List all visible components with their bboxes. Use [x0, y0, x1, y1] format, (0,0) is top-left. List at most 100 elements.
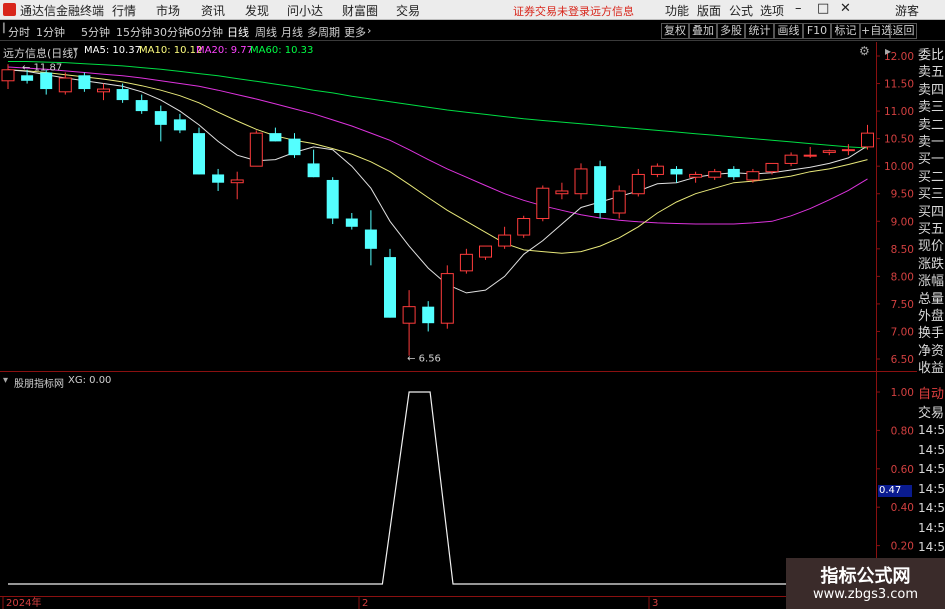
period-multi[interactable]: 多周期	[307, 24, 340, 40]
minimize-icon[interactable]: –	[795, 1, 802, 16]
quote-label-8: 买三	[918, 187, 945, 203]
menu-xuanxiang[interactable]: 选项	[760, 2, 784, 19]
add-watchlist-button[interactable]: +自选	[860, 23, 892, 39]
watermark-title: 指标公式网	[820, 566, 911, 587]
draw-line-button[interactable]: 画线	[774, 23, 803, 39]
quote-label-16: 换手	[918, 326, 945, 342]
tick-time: 14:56	[918, 501, 945, 515]
tick-time: 14:56	[918, 442, 945, 457]
low-price-marker: ← 6.56	[407, 354, 441, 365]
menu-shichang[interactable]: 市场	[156, 2, 180, 19]
candle-body-down	[364, 229, 377, 249]
candle-body-down	[727, 168, 740, 178]
candle-body-up	[803, 154, 817, 157]
period-30min[interactable]: 30分钟	[153, 24, 189, 40]
main-chart[interactable]: 12.0011.5011.0010.5010.009.509.008.508.0…	[0, 42, 917, 372]
stock-notice[interactable]: 远方信息	[590, 3, 634, 19]
indicator-value: XG: 0.00	[68, 375, 112, 386]
candle-body-up	[58, 77, 72, 93]
quote-label-1: 卖五	[918, 65, 945, 81]
auto-trade-label[interactable]: 自动	[918, 383, 945, 402]
xg-line	[8, 391, 868, 585]
y-tick-label: 9.00	[891, 216, 914, 228]
candle-body-down	[173, 119, 186, 131]
ma5-label: MA5: 10.37	[84, 45, 142, 56]
period-daily[interactable]: 日线	[227, 24, 249, 40]
y-tick-label: 9.50	[891, 189, 914, 201]
y-tick-label: 10.50	[884, 134, 914, 146]
ma10-line	[7, 69, 868, 254]
ma10-label: MA10: 10.12	[139, 45, 203, 56]
y-tick-label: 8.00	[891, 271, 914, 283]
menu-gongneng[interactable]: 功能	[665, 2, 689, 19]
period-60min[interactable]: 60分钟	[187, 24, 223, 40]
candle-body-down	[40, 72, 53, 90]
candle-body-up	[249, 132, 263, 167]
menu-jiaoyi[interactable]: 交易	[396, 2, 420, 19]
quote-label-10: 买五	[918, 222, 945, 237]
candle-body-up	[230, 179, 244, 184]
quote-label-14: 总量	[918, 291, 945, 307]
back-button[interactable]: 返回	[890, 23, 917, 39]
period-weekly[interactable]: 周线	[255, 24, 277, 40]
menu-zixun[interactable]: 资讯	[201, 2, 225, 19]
candle-body-down	[154, 111, 167, 125]
quote-label-13: 涨幅	[918, 274, 945, 290]
y-tick-label: 7.50	[891, 299, 914, 311]
mark-button[interactable]: 标记	[831, 23, 860, 39]
toolbar: ▎ 分时 1分钟 5分钟 15分钟 30分钟 60分钟 日线 周线 月线 多周期…	[0, 21, 945, 41]
menu-faxian[interactable]: 发现	[245, 2, 269, 19]
menu-banmian[interactable]: 版面	[697, 2, 721, 19]
period-monthly[interactable]: 月线	[281, 24, 303, 40]
tick-time: 14:56	[918, 540, 945, 554]
period-more[interactable]: 更多	[344, 24, 366, 40]
indicator-toggle-icon[interactable]: ▾	[3, 375, 8, 386]
stock-label: 远方信息(日线)	[3, 47, 78, 60]
quote-label-18: 收益	[918, 361, 945, 377]
candle-body-down	[384, 257, 396, 318]
menu-gongshi[interactable]: 公式	[729, 2, 753, 19]
candle-body-up	[517, 218, 531, 236]
maximize-icon[interactable]: □	[817, 1, 829, 16]
sub-y-tick-label: 0.40	[891, 502, 914, 514]
period-1min[interactable]: 1分钟	[36, 24, 65, 40]
watermark: 指标公式网 www.zbgs3.com	[786, 558, 945, 609]
period-15min[interactable]: 15分钟	[116, 24, 152, 40]
candle-body-up	[631, 173, 645, 195]
sub-chart[interactable]: 1.00 0.80 0.60 0.40 0.20 2024年 2 3	[0, 372, 917, 609]
period-fenshi[interactable]: 分时	[8, 24, 30, 40]
menu-wenxiaoda[interactable]: 问小达	[287, 2, 323, 19]
candle-body-down	[135, 100, 148, 112]
high-price-marker: ← 11.87	[22, 62, 62, 73]
x-axis-label: 3	[652, 598, 658, 609]
trade-label[interactable]: 交易	[918, 402, 945, 421]
quote-label-7: 买二	[918, 169, 945, 185]
stats-button[interactable]: 统计	[745, 23, 774, 39]
candle-body-down	[326, 179, 339, 219]
settings-gear-icon[interactable]: ⚙	[859, 44, 870, 58]
period-5min[interactable]: 5分钟	[81, 24, 110, 40]
candle-body-down	[212, 174, 225, 183]
tick-time: 14:56	[918, 481, 945, 496]
menu-caifuquan[interactable]: 财富圈	[342, 2, 378, 19]
sub-y-tick-label: 1.00	[891, 387, 914, 399]
quote-label-17: 净资	[918, 343, 945, 359]
guest-label[interactable]: 游客	[895, 2, 919, 19]
close-icon[interactable]: ✕	[840, 1, 851, 16]
multi-stock-button[interactable]: 多股	[717, 23, 745, 39]
candle-body-down	[594, 166, 607, 214]
panel-toggle-icon[interactable]: ▸	[885, 44, 891, 58]
chevron-right-icon[interactable]: ›	[367, 24, 371, 37]
menu-hangqing[interactable]: 行情	[112, 2, 136, 19]
candle-body-up	[841, 149, 855, 152]
fuquan-button[interactable]: 复权	[661, 23, 689, 39]
overlay-button[interactable]: 叠加	[689, 23, 717, 39]
quote-label-12: 涨跌	[918, 256, 945, 272]
login-notice[interactable]: 证券交易未登录	[513, 3, 590, 19]
ma-toggle-icon[interactable]: ▾	[73, 45, 78, 56]
f10-button[interactable]: F10	[803, 23, 831, 39]
sub-y-tick-label: 0.60	[891, 464, 914, 476]
app-title: 通达信金融终端	[20, 4, 105, 18]
candle-body-down	[116, 89, 129, 101]
indicator-label: 股朋指标网	[14, 379, 64, 390]
